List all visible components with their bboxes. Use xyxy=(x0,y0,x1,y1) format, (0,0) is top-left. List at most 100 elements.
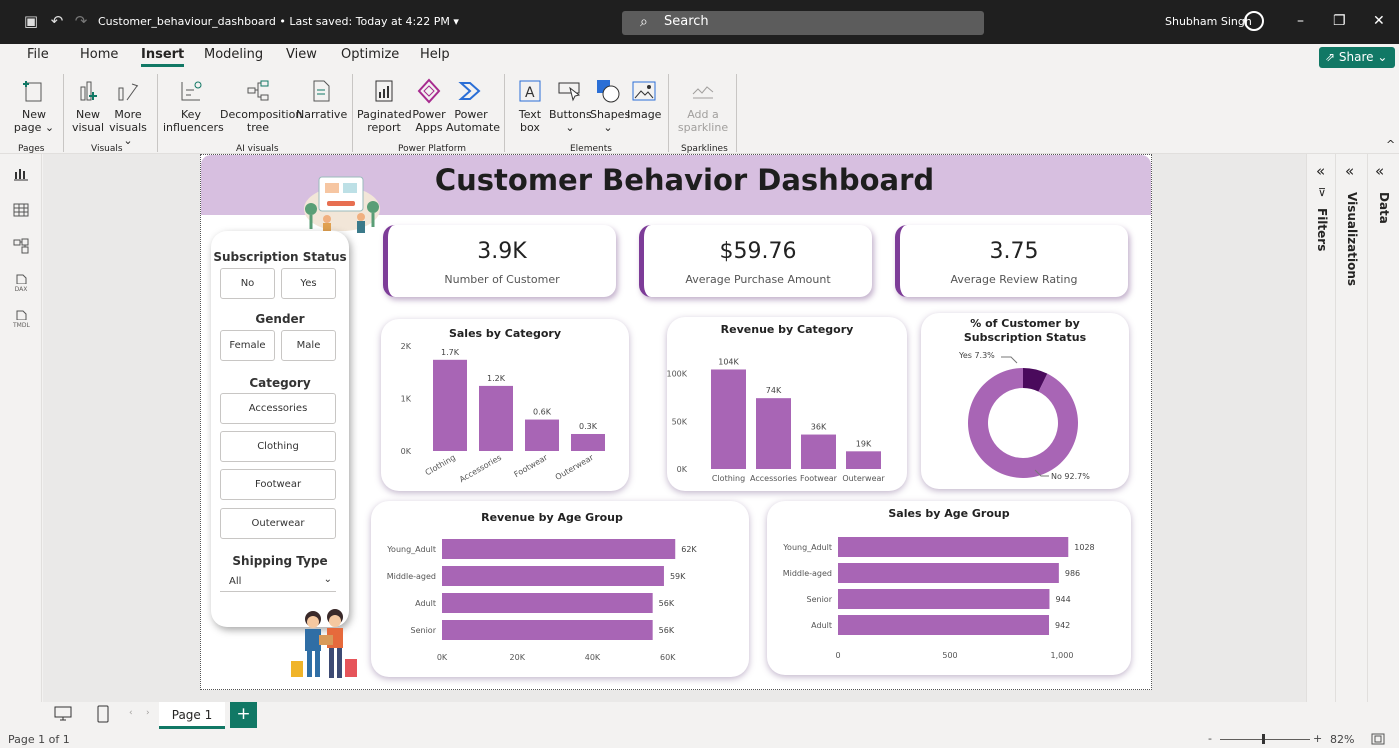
page-info: Page 1 of 1 xyxy=(8,733,70,746)
x-tick-label: 20K xyxy=(510,653,526,662)
subscription-option-yes[interactable]: Yes xyxy=(281,268,336,299)
subscription-donut-chart: Yes 7.3% No 92.7% xyxy=(958,351,1090,481)
table-view-icon[interactable] xyxy=(13,202,29,218)
zoom-slider-thumb[interactable] xyxy=(1262,734,1265,744)
category-option-clothing[interactable]: Clothing xyxy=(220,431,336,462)
category-option-outerwear[interactable]: Outerwear xyxy=(220,508,336,539)
menu-optimize[interactable]: Optimize xyxy=(341,47,399,62)
new-visual-label: New visual xyxy=(71,108,105,134)
filters-pane-collapsed[interactable]: ⊽ Filters xyxy=(1308,154,1336,702)
bar xyxy=(479,385,513,451)
new-page-button[interactable]: New page ⌄ xyxy=(12,78,56,134)
next-page-icon[interactable]: › xyxy=(146,708,150,718)
narrative-button[interactable]: Narrative xyxy=(296,78,347,121)
more-visuals-button[interactable]: More visuals ⌄ xyxy=(106,78,150,147)
desktop-layout-icon[interactable] xyxy=(54,706,72,722)
mobile-layout-icon[interactable] xyxy=(97,705,109,723)
decomposition-tree-button[interactable]: Decomposition tree xyxy=(220,78,302,134)
shapes-button[interactable]: Shapes ⌄ xyxy=(590,78,630,134)
revenue-by-category-chart: 0K 50K 100K 104K Clothing 74K Accessories 36K Fo… xyxy=(667,357,885,483)
menu-insert[interactable]: Insert xyxy=(141,47,185,67)
narrative-icon xyxy=(313,80,330,102)
gender-option-female[interactable]: Female xyxy=(220,330,275,361)
new-page-icon xyxy=(23,81,42,102)
page-tab[interactable]: Page 1 xyxy=(159,702,225,729)
sales-by-category-card[interactable]: Sales by Category 0K 1K 2K 1.7K Clothing 1.2K… xyxy=(381,319,629,491)
minimize-icon[interactable]: – xyxy=(1297,13,1304,29)
data-label: 0.6K xyxy=(533,408,552,417)
x-tick-label: 0 xyxy=(835,651,840,660)
subscription-option-no[interactable]: No xyxy=(220,268,275,299)
kpi-label: Number of Customer xyxy=(444,273,560,286)
share-button[interactable]: ⇗ Share ⌄ xyxy=(1319,47,1395,68)
kpi-value: $59.76 xyxy=(719,239,797,264)
menu-modeling[interactable]: Modeling xyxy=(204,47,263,62)
visualizations-pane-collapsed[interactable]: Visualizations xyxy=(1337,154,1368,702)
category-option-accessories[interactable]: Accessories xyxy=(220,393,336,424)
x-tick-label: 40K xyxy=(585,653,601,662)
key-influencers-button[interactable]: Key influencers xyxy=(163,78,224,134)
buttons-button[interactable]: Buttons ⌄ xyxy=(549,78,592,134)
gender-option-male[interactable]: Male xyxy=(281,330,336,361)
menu-help[interactable]: Help xyxy=(420,47,450,62)
text-box-button[interactable]: A Text box xyxy=(513,78,547,134)
zoom-in-icon[interactable]: + xyxy=(1313,732,1322,745)
buttons-label: Buttons ⌄ xyxy=(549,108,592,134)
menu-home[interactable]: Home xyxy=(80,47,118,62)
image-button[interactable]: Image xyxy=(627,78,661,121)
menu-view[interactable]: View xyxy=(286,47,317,62)
fit-to-page-icon[interactable] xyxy=(1371,733,1385,745)
prev-page-icon[interactable]: ‹ xyxy=(129,708,133,718)
bar xyxy=(571,433,605,451)
x-tick-label: Outerwear xyxy=(842,474,885,483)
undo-icon[interactable]: ↶ xyxy=(48,12,66,30)
zoom-out-icon[interactable]: - xyxy=(1208,732,1212,745)
revenue-by-category-card[interactable]: Revenue by Category 0K 50K 100K 104K Clothin… xyxy=(667,317,907,491)
tmdl-view-icon[interactable]: TMDL xyxy=(13,310,30,330)
save-icon[interactable]: ▣ xyxy=(22,12,40,30)
dashboard-title: Customer Behavior Dashboard xyxy=(434,163,935,197)
sales-by-age-card[interactable]: Sales by Age Group Young_Adult 1028 Middle… xyxy=(767,501,1131,675)
bar xyxy=(846,451,881,469)
kpi-card-rating[interactable]: 3.75 Average Review Rating xyxy=(895,225,1128,297)
x-tick-label: 0K xyxy=(437,653,448,662)
report-page[interactable]: Customer Behavior Dashboard Subscription… xyxy=(200,154,1152,690)
y-tick-label: 0K xyxy=(677,465,688,474)
close-icon[interactable]: ✕ xyxy=(1373,13,1385,29)
add-sparkline-label: Add a sparkline xyxy=(677,108,729,134)
kpi-card-purchase[interactable]: $59.76 Average Purchase Amount xyxy=(639,225,872,297)
slice-label: Yes 7.3% xyxy=(958,351,995,360)
data-pane-collapsed[interactable]: Data xyxy=(1369,154,1399,702)
redo-icon[interactable]: ↷ xyxy=(72,12,90,30)
document-title[interactable]: Customer_behaviour_dashboard • Last save… xyxy=(98,15,459,28)
new-visual-button[interactable]: New visual xyxy=(68,78,108,134)
zoom-slider[interactable] xyxy=(1220,739,1310,740)
report-view-icon[interactable] xyxy=(13,166,29,182)
kpi-card-customers[interactable]: 3.9K Number of Customer xyxy=(383,225,616,297)
subscription-donut-card[interactable]: % of Customer by Subscription Status Yes… xyxy=(921,313,1129,489)
share-icon: ⇗ xyxy=(1325,50,1339,64)
decomposition-tree-label: Decomposition tree xyxy=(220,108,303,134)
add-page-button[interactable]: + xyxy=(230,702,257,728)
bar xyxy=(801,434,836,469)
account-icon[interactable] xyxy=(1244,11,1264,31)
y-category-label: Middle-aged xyxy=(783,569,832,578)
paginated-report-button[interactable]: Paginated report xyxy=(357,78,412,134)
model-view-icon[interactable] xyxy=(13,238,29,254)
shipping-type-dropdown[interactable]: All ⌄ xyxy=(220,572,336,592)
power-automate-button[interactable]: Power Automate xyxy=(446,78,500,134)
collapse-ribbon-icon[interactable]: ^ xyxy=(1386,138,1395,151)
data-label: 36K xyxy=(811,423,827,432)
restore-icon[interactable]: ❐ xyxy=(1333,13,1346,29)
sales-by-age-chart: Young_Adult 1028 Middle-aged 986 Senior 944 Ad… xyxy=(782,537,1095,660)
search-box[interactable]: ⌕ Search xyxy=(622,11,984,35)
dax-query-view-icon[interactable]: DAX xyxy=(13,274,29,294)
add-sparkline-button[interactable]: Add a sparkline xyxy=(675,78,731,134)
data-label: 1.2K xyxy=(487,374,506,383)
revenue-by-age-card[interactable]: Revenue by Age Group Young_Adult 62K Middl… xyxy=(371,501,749,677)
category-option-footwear[interactable]: Footwear xyxy=(220,469,336,500)
ribbon: New page ⌄ New visual More visuals ⌄ Key… xyxy=(0,70,1399,154)
menu-file[interactable]: File xyxy=(27,47,49,62)
power-apps-button[interactable]: Power Apps xyxy=(410,78,448,134)
user-name[interactable]: Shubham Singh xyxy=(1165,15,1252,28)
